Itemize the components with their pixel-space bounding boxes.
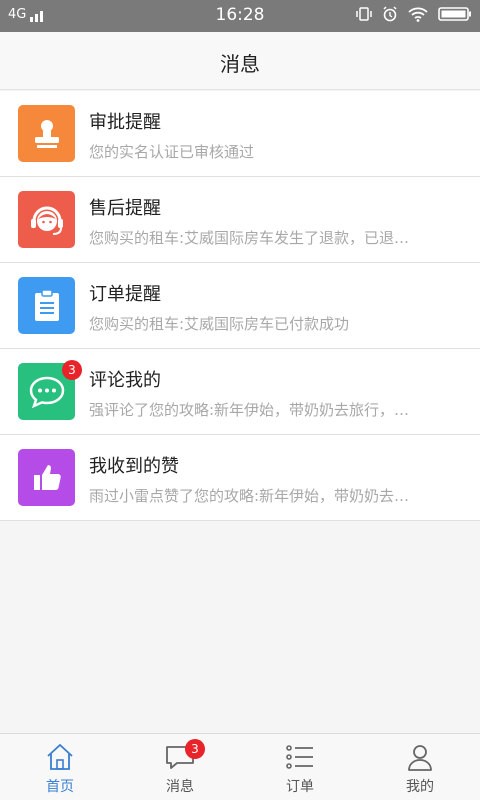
thumbs-up-icon <box>18 449 75 506</box>
clipboard-icon <box>18 277 75 334</box>
tab-label: 我的 <box>406 779 434 795</box>
message-list: 审批提醒 您的实名认证已审核通过 售后提醒 您购买的租车:艾威国际房车发生了退款… <box>0 91 480 521</box>
list-icon <box>286 745 313 769</box>
item-preview: 您的实名认证已审核通过 <box>89 143 255 161</box>
tab-messages[interactable]: 3 消息 <box>120 734 240 800</box>
alarm-icon <box>383 6 397 22</box>
battery-icon <box>438 7 471 21</box>
tab-orders[interactable]: 订单 <box>240 734 360 800</box>
item-preview: 强评论了您的攻略:新年伊始，带奶奶去旅行，… <box>89 401 410 419</box>
unread-badge: 3 <box>185 739 205 759</box>
list-item[interactable]: 3 评论我的 强评论了您的攻略:新年伊始，带奶奶去旅行，… <box>0 349 480 435</box>
tab-label: 首页 <box>46 779 74 795</box>
title-bar: 消息 <box>0 32 480 90</box>
list-item[interactable]: 订单提醒 您购买的租车:艾威国际房车已付款成功 <box>0 263 480 349</box>
tab-profile[interactable]: 我的 <box>360 734 480 800</box>
person-icon <box>408 745 432 771</box>
item-preview: 您购买的租车:艾威国际房车已付款成功 <box>89 315 350 333</box>
list-item[interactable]: 我收到的赞 雨过小雷点赞了您的攻略:新年伊始，带奶奶去… <box>0 435 480 521</box>
page-title: 消息 <box>220 52 260 76</box>
tab-home[interactable]: 首页 <box>0 734 120 800</box>
stamp-icon <box>18 105 75 162</box>
home-icon <box>47 743 73 770</box>
item-preview: 雨过小雷点赞了您的攻略:新年伊始，带奶奶去… <box>89 487 410 505</box>
item-title: 订单提醒 <box>89 284 161 305</box>
customer-service-icon <box>18 191 75 248</box>
item-title: 我收到的赞 <box>89 456 179 477</box>
list-item[interactable]: 审批提醒 您的实名认证已审核通过 <box>0 91 480 177</box>
tab-bar: 首页 3 消息 订单 我的 <box>0 733 480 800</box>
item-title: 售后提醒 <box>89 198 161 219</box>
item-title: 评论我的 <box>89 370 161 391</box>
wifi-icon <box>408 7 428 22</box>
unread-badge: 3 <box>62 360 82 380</box>
list-item[interactable]: 售后提醒 您购买的租车:艾威国际房车发生了退款，已退… <box>0 177 480 263</box>
status-bar: 4G 16:28 <box>0 0 480 32</box>
vibrate-icon <box>356 7 372 21</box>
item-preview: 您购买的租车:艾威国际房车发生了退款，已退… <box>89 229 410 247</box>
tab-label: 消息 <box>166 779 194 795</box>
item-title: 审批提醒 <box>89 112 161 133</box>
tab-label: 订单 <box>286 779 314 795</box>
